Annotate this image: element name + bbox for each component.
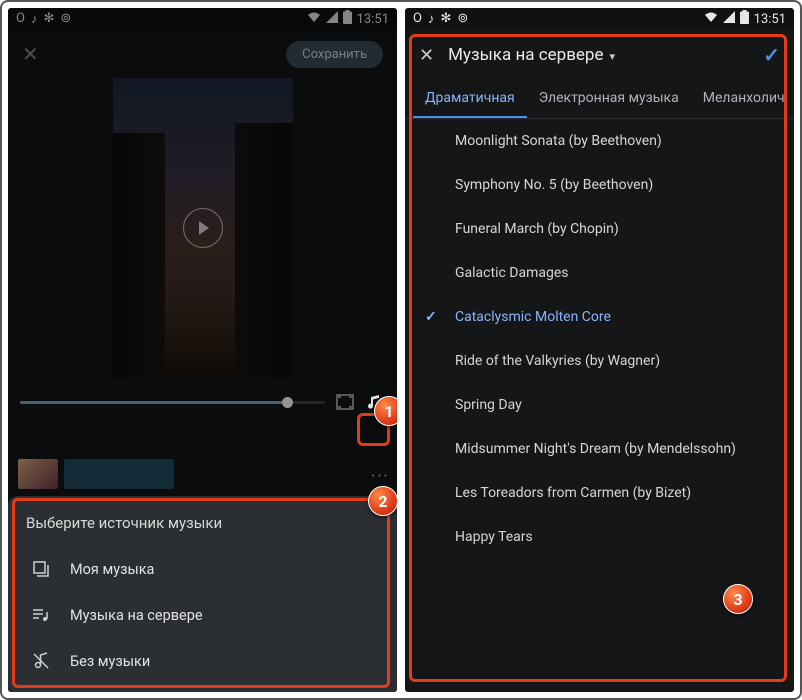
battery-icon: [740, 10, 749, 28]
fan-icon: ✻: [43, 11, 54, 27]
song-item[interactable]: Galactic Damages: [405, 251, 794, 295]
sheet-item-label: Моя музыка: [70, 561, 154, 578]
sheet-item-my-music[interactable]: Моя музыка: [26, 546, 379, 592]
song-item[interactable]: Spring Day: [405, 383, 794, 427]
tiktok-icon: ♪: [428, 11, 435, 27]
genre-tabs: Драматичная Электронная музыка Меланхоли…: [405, 80, 794, 119]
music-source-sheet: Выберите источник музыки Моя музыка Музы…: [8, 496, 397, 692]
badge-3: 3: [723, 584, 753, 614]
kebab-icon[interactable]: ⋮: [369, 466, 390, 482]
song-item[interactable]: Happy Tears: [405, 515, 794, 559]
tiktok-icon: ♪: [31, 11, 38, 27]
phone-left: O ♪ ✻ ⊚ 13:51 ✕ Сохранить: [8, 8, 397, 692]
clock-text: 13:51: [754, 12, 786, 27]
clip-duration-bar[interactable]: [64, 459, 174, 489]
badge-2: 2: [368, 486, 397, 516]
sheet-item-no-music[interactable]: Без музыки: [26, 638, 379, 684]
playlist-icon: [30, 604, 52, 626]
song-item[interactable]: Moonlight Sonata (by Beethoven): [405, 119, 794, 163]
status-bar: O ♪ ✻ ⊚ 13:51: [405, 8, 794, 30]
timeline-row: [8, 378, 397, 418]
wifi-icon: [307, 11, 321, 27]
song-item[interactable]: Midsummer Night's Dream (by Mendelssohn): [405, 427, 794, 471]
wifi-icon: [704, 11, 718, 27]
opera-icon: O: [16, 11, 25, 27]
clips-row: ⋮: [8, 452, 397, 496]
tab-electronic[interactable]: Электронная музыка: [527, 80, 691, 118]
opera-icon: O: [413, 11, 422, 27]
no-music-icon: [30, 650, 52, 672]
close-icon[interactable]: ✕: [419, 45, 434, 66]
status-bar: O ♪ ✻ ⊚ 13:51: [8, 8, 397, 30]
clock-text: 13:51: [357, 12, 389, 27]
shazam-icon: ⊚: [60, 11, 71, 27]
chevron-down-icon: ▾: [609, 50, 615, 63]
timeline-scrubber[interactable]: [20, 401, 325, 404]
video-preview[interactable]: [113, 78, 293, 378]
tab-melancholic[interactable]: Меланхолич: [691, 80, 794, 118]
library-icon: [30, 558, 52, 580]
sheet-item-server-music[interactable]: Музыка на сервере: [26, 592, 379, 638]
shazam-icon: ⊚: [457, 11, 468, 27]
tutorial-frame: O ♪ ✻ ⊚ 13:51 ✕ Сохранить: [0, 0, 802, 700]
song-item[interactable]: Funeral March (by Chopin): [405, 207, 794, 251]
save-button[interactable]: Сохранить: [286, 41, 383, 68]
clip-thumbnail[interactable]: [18, 459, 58, 489]
sheet-item-label: Без музыки: [70, 653, 150, 670]
badge-1: 1: [374, 396, 397, 426]
fan-icon: ✻: [440, 11, 451, 27]
confirm-check-icon[interactable]: ✓: [763, 43, 780, 67]
signal-icon: [723, 11, 735, 27]
song-item[interactable]: Les Toreadors from Carmen (by Bizet): [405, 471, 794, 515]
song-item-selected[interactable]: Cataclysmic Molten Core: [405, 295, 794, 339]
aspect-ratio-icon[interactable]: [335, 392, 355, 412]
sheet-item-label: Музыка на сервере: [70, 607, 203, 624]
header-title[interactable]: Музыка на сервере▾: [448, 45, 615, 65]
editor-area: [8, 78, 397, 452]
song-item[interactable]: Symphony No. 5 (by Beethoven): [405, 163, 794, 207]
tab-dramatic[interactable]: Драматичная: [413, 80, 527, 118]
battery-icon: [343, 10, 352, 28]
music-picker-header: ✕ Музыка на сервере▾ ✓: [405, 30, 794, 80]
play-icon[interactable]: [183, 208, 223, 248]
sheet-title: Выберите источник музыки: [26, 514, 379, 532]
song-item[interactable]: Ride of the Valkyries (by Wagner): [405, 339, 794, 383]
editor-topbar: ✕ Сохранить: [8, 30, 397, 78]
phone-right: O ♪ ✻ ⊚ 13:51 ✕ Музыка на се: [405, 8, 794, 692]
signal-icon: [326, 11, 338, 27]
close-icon[interactable]: ✕: [22, 42, 39, 66]
